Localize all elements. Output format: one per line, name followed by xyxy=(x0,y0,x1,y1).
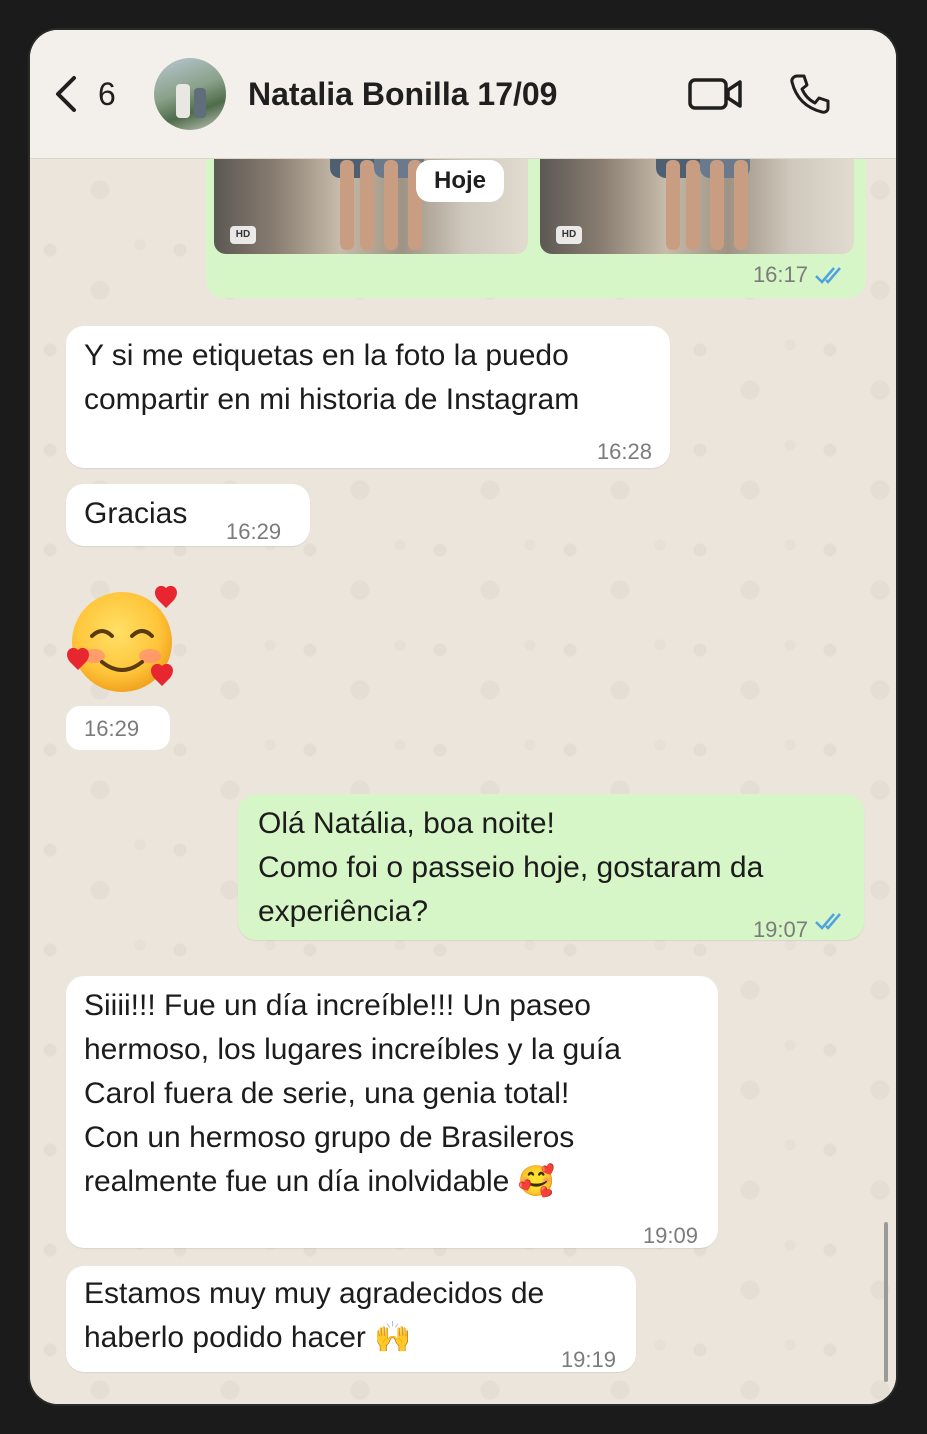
video-call-icon[interactable] xyxy=(688,76,744,112)
incoming-message-bubble[interactable]: Y si me etiquetas en la foto la puedo co… xyxy=(66,326,670,468)
chat-header: 6 Natalia Bonilla 17/09 xyxy=(30,30,896,159)
scrollbar[interactable] xyxy=(884,1222,888,1382)
message-text: Estamos muy muy agradecidos de haberlo p… xyxy=(84,1277,545,1354)
message-time: 16:29 xyxy=(226,519,282,544)
message-time: 19:09 xyxy=(642,1223,698,1248)
read-ticks-icon xyxy=(815,913,841,930)
message-time: 19:19 xyxy=(560,1347,616,1372)
message-text: Siiii!!! Fue un día increíble!!! Un pase… xyxy=(84,989,621,1198)
emoji-message-time-chip: 16:29 xyxy=(66,706,170,750)
phone-call-icon[interactable] xyxy=(788,72,832,116)
message-text: Y si me etiquetas en la foto la puedo co… xyxy=(84,339,580,416)
read-ticks-icon xyxy=(815,267,841,284)
contact-avatar[interactable] xyxy=(154,58,226,130)
message-time: 16:17 xyxy=(752,262,808,287)
smiling-face-with-hearts-emoji[interactable] xyxy=(64,578,188,702)
incoming-message-bubble[interactable]: Estamos muy muy agradecidos de haberlo p… xyxy=(66,1266,636,1372)
back-chevron-icon[interactable] xyxy=(52,74,80,114)
message-time: 16:28 xyxy=(596,439,652,464)
hd-badge: HD xyxy=(230,226,256,244)
message-text: Gracias xyxy=(84,497,188,530)
message-text: Olá Natália, boa noite! Como foi o passe… xyxy=(258,807,764,928)
unread-count[interactable]: 6 xyxy=(98,76,116,113)
date-separator-chip: Hoje xyxy=(416,160,505,202)
message-time: 19:07 xyxy=(752,917,808,942)
hd-badge: HD xyxy=(556,226,582,244)
incoming-message-bubble[interactable]: Siiii!!! Fue un día increíble!!! Un pase… xyxy=(66,976,718,1248)
outgoing-message-bubble[interactable]: Olá Natália, boa noite! Como foi o passe… xyxy=(238,794,864,942)
contact-name[interactable]: Natalia Bonilla 17/09 xyxy=(248,76,557,113)
chat-window: 6 Natalia Bonilla 17/09 HD HD 16:17 Hoje… xyxy=(30,30,896,1404)
incoming-message-bubble[interactable]: Gracias 16:29 xyxy=(66,484,310,546)
message-time: 16:29 xyxy=(84,716,140,741)
